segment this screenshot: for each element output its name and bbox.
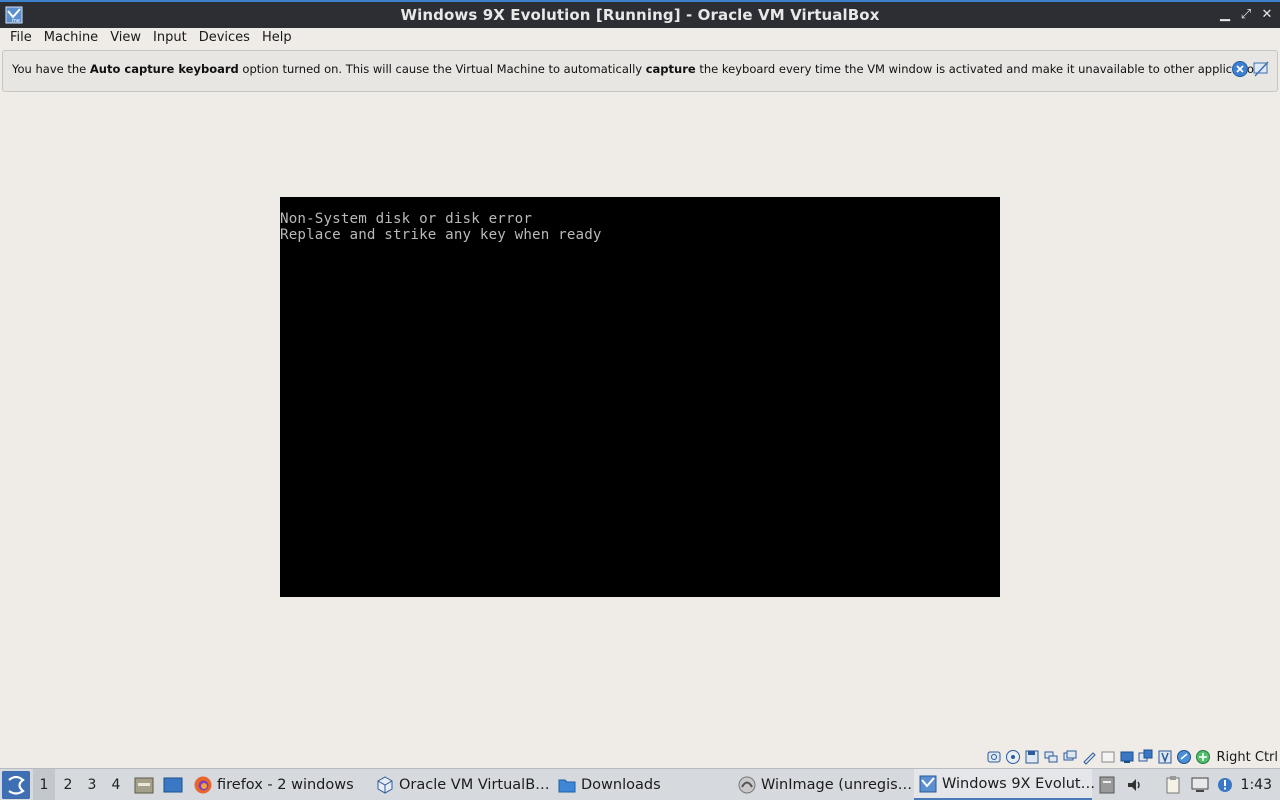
menu-input[interactable]: Input xyxy=(147,28,193,48)
task-winimage[interactable]: WinImage (unregis… xyxy=(737,769,912,800)
menu-machine[interactable]: Machine xyxy=(38,28,104,48)
minimize-button[interactable]: ▁ xyxy=(1216,6,1234,24)
task-virtualbox-manager[interactable]: Oracle VM VirtualB… xyxy=(375,769,550,800)
window-title: Windows 9X Evolution [Running] - Oracle … xyxy=(400,6,880,24)
notification-icon[interactable] xyxy=(1215,775,1235,795)
task-downloads-label: Downloads xyxy=(581,777,661,793)
show-desktop-icon[interactable] xyxy=(162,774,184,796)
hard-disk-icon[interactable] xyxy=(986,749,1002,765)
vm-text-line-1: Non-System disk or disk error xyxy=(280,211,533,227)
maximize-button[interactable]: ⤢ xyxy=(1237,6,1255,24)
workspace-4[interactable]: 4 xyxy=(105,769,127,800)
menu-view[interactable]: View xyxy=(104,28,147,48)
cpu-icon[interactable] xyxy=(1138,749,1154,765)
workspace-3[interactable]: 3 xyxy=(81,769,103,800)
optical-drive-icon[interactable] xyxy=(1005,749,1021,765)
network-icon[interactable] xyxy=(1043,749,1059,765)
host-key-label[interactable]: Right Ctrl xyxy=(1217,750,1279,765)
task-firefox[interactable]: firefox - 2 windows xyxy=(193,769,354,800)
notice-text-3: the keyboard every time the VM window is… xyxy=(695,62,1268,76)
task-vm-window-label: Windows 9X Evolut… xyxy=(942,775,1096,792)
task-firefox-label: firefox - 2 windows xyxy=(217,777,354,793)
volume-icon[interactable] xyxy=(1125,775,1145,795)
keyboard-capture-icon[interactable] xyxy=(1195,749,1211,765)
virtualbox-cube-icon xyxy=(377,776,393,794)
vm-text-line-2: Replace and strike any key when ready xyxy=(280,227,602,243)
task-virtualbox-manager-label: Oracle VM VirtualB… xyxy=(399,777,550,793)
close-button[interactable]: ✕ xyxy=(1258,6,1276,24)
vm-display[interactable]: Non-System disk or disk error Replace an… xyxy=(280,197,1000,597)
notice-bold-1: Auto capture keyboard xyxy=(89,62,239,76)
clipboard-icon[interactable] xyxy=(1163,775,1183,795)
menu-file[interactable]: File xyxy=(4,28,38,48)
window-titlebar[interactable]: me Windows 9X Evolution [Running] - Orac… xyxy=(0,0,1280,28)
vm-status-bar: Right Ctrl xyxy=(986,746,1280,768)
clock[interactable]: 1:43 xyxy=(1241,769,1272,800)
task-winimage-label: WinImage (unregis… xyxy=(761,777,913,793)
floppy-icon[interactable] xyxy=(1024,749,1040,765)
usb-icon[interactable] xyxy=(1062,749,1078,765)
virtualbox-vm-icon xyxy=(919,775,937,792)
workspace-1[interactable]: 1 xyxy=(33,769,55,800)
notice-text-1: You have the xyxy=(12,62,90,76)
firefox-icon xyxy=(194,776,212,794)
mouse-integration-icon[interactable] xyxy=(1157,749,1173,765)
notice-text-2: option turned on. This will cause the Vi… xyxy=(238,62,646,76)
task-downloads[interactable]: Downloads xyxy=(557,769,661,800)
menu-devices[interactable]: Devices xyxy=(193,28,256,48)
close-notice-icon[interactable] xyxy=(1231,60,1249,78)
network-tray-icon[interactable] xyxy=(1190,775,1210,795)
workspace-2[interactable]: 2 xyxy=(57,769,79,800)
task-vm-window[interactable]: Windows 9X Evolut… xyxy=(914,769,1096,800)
file-manager-launcher-icon[interactable] xyxy=(133,774,155,796)
storage-tray-icon[interactable] xyxy=(1097,775,1117,795)
winimage-icon xyxy=(738,776,756,794)
guest-additions-icon[interactable] xyxy=(1176,749,1192,765)
keyboard-capture-notice: You have the Auto capture keyboard optio… xyxy=(2,50,1278,92)
shared-folders-icon[interactable] xyxy=(1081,749,1097,765)
notice-message: You have the Auto capture keyboard optio… xyxy=(12,62,1267,76)
taskbar: 1 2 3 4 firefox - 2 windows Oracle VM Vi… xyxy=(0,768,1280,800)
start-menu-icon[interactable] xyxy=(2,771,30,799)
menu-bar: File Machine View Input Devices Help xyxy=(0,28,1280,48)
notice-bold-2: capture xyxy=(645,62,696,76)
display-icon[interactable] xyxy=(1100,749,1116,765)
folder-icon xyxy=(558,779,576,793)
menu-help[interactable]: Help xyxy=(256,28,298,48)
do-not-show-again-icon[interactable] xyxy=(1252,60,1270,78)
video-capture-icon[interactable] xyxy=(1119,749,1135,765)
